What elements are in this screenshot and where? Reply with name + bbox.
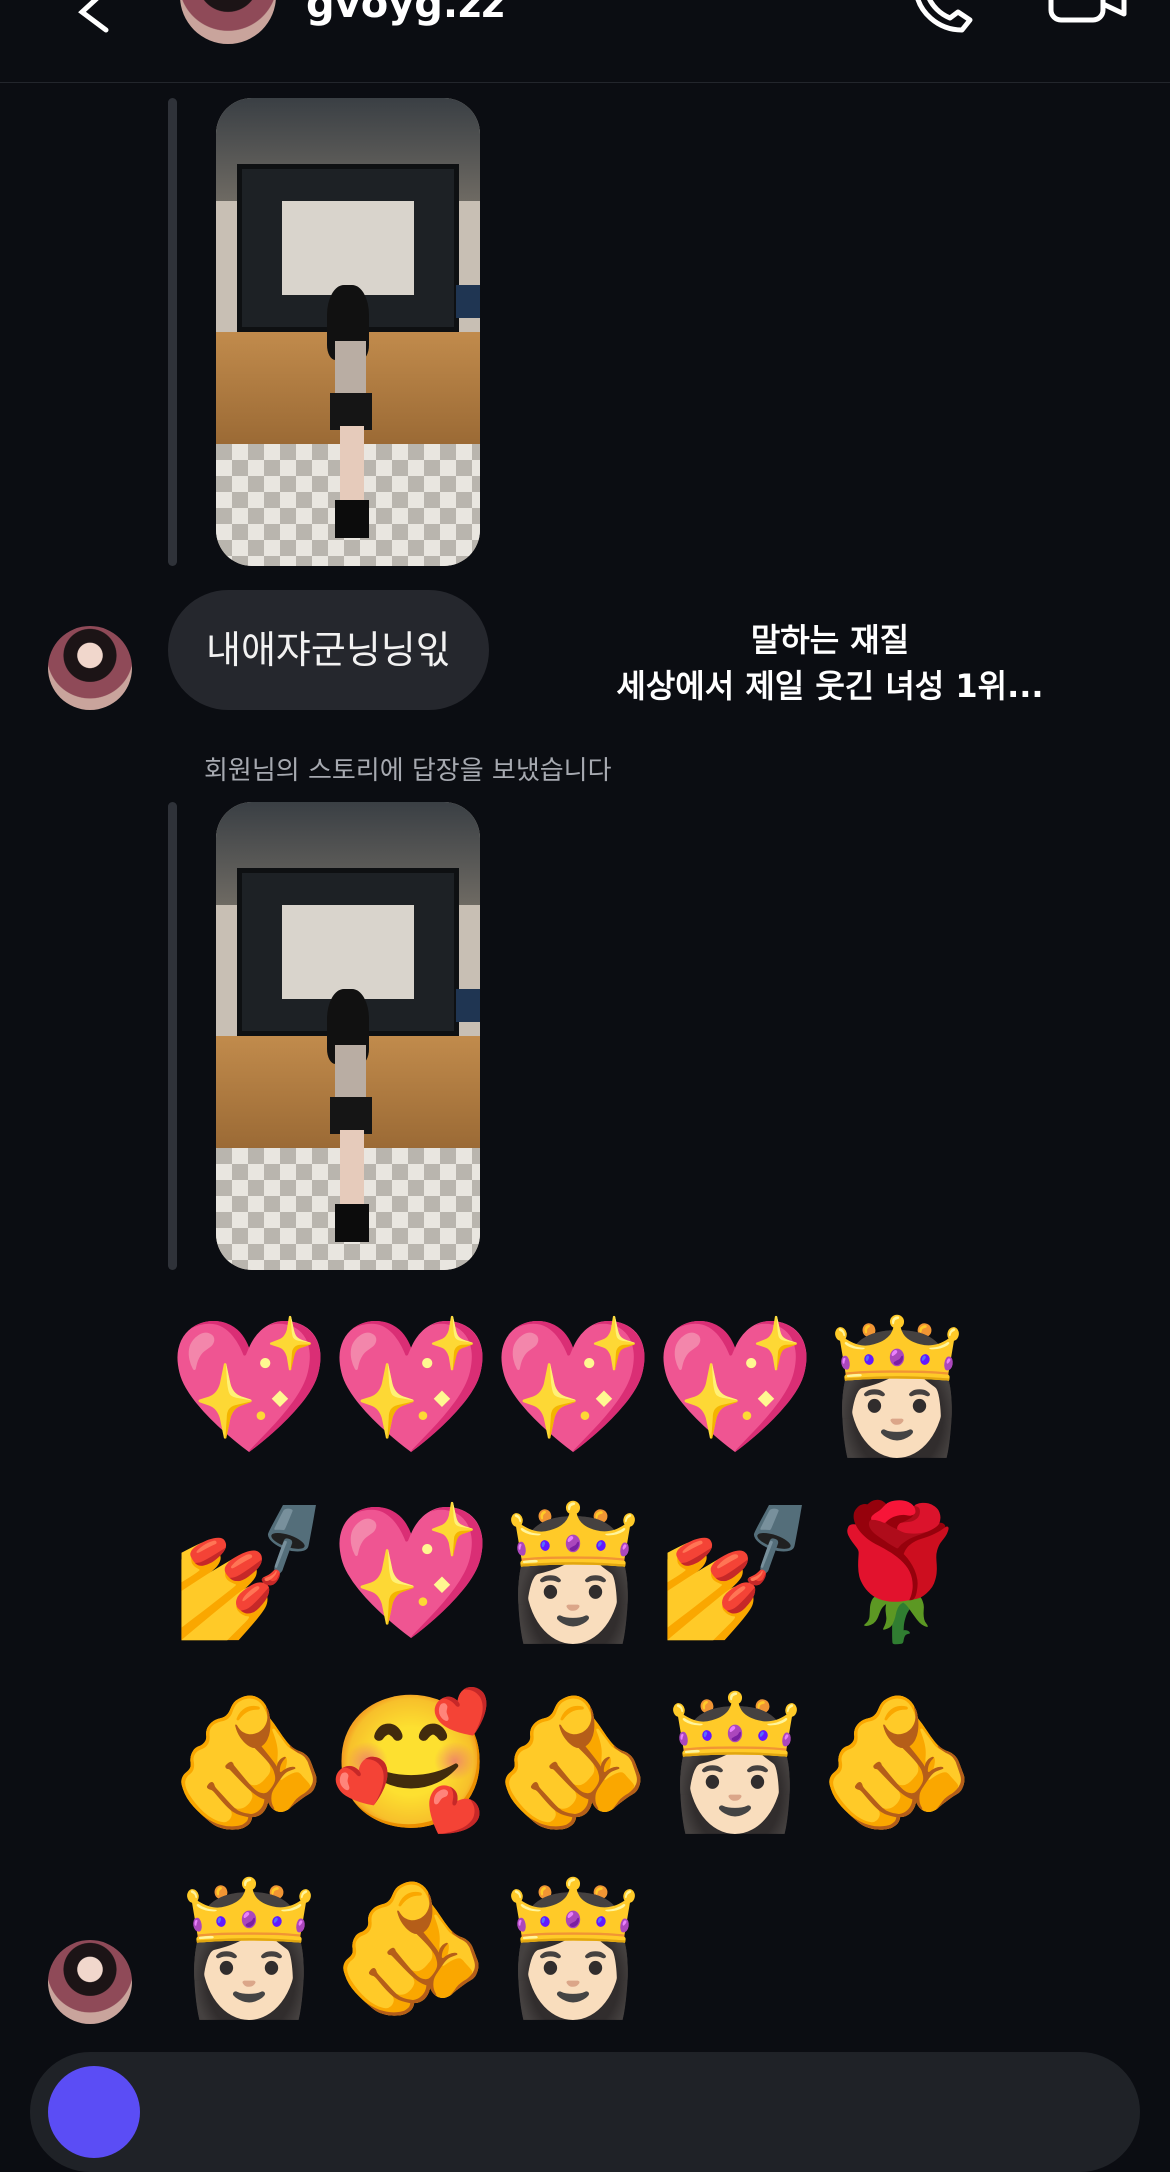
pointing-at-viewer-emoji: 🫵 (168, 1686, 330, 1839)
reply-indicator-bar (168, 98, 177, 566)
story-caption-overlay: 말하는 재질 세상에서 제일 웃긴 녀성 1위... (560, 617, 1100, 709)
back-arrow-icon[interactable] (62, 0, 122, 40)
sender-avatar[interactable] (48, 1940, 132, 2024)
video-call-icon[interactable] (1048, 0, 1128, 36)
story-reply-image[interactable] (216, 98, 480, 566)
sparkling-heart-emoji: 💖 (330, 1310, 492, 1463)
chat-header: gvoyg.zz (0, 0, 1170, 83)
message-composer[interactable] (30, 2052, 1140, 2172)
chat-username[interactable]: gvoyg.zz (306, 0, 505, 24)
sparkling-heart-emoji: 💖 (168, 1310, 330, 1463)
princess-emoji: 👸🏻 (816, 1310, 978, 1463)
nail-polish-emoji: 💅 (168, 1496, 330, 1649)
nail-polish-emoji: 💅 (654, 1496, 816, 1649)
princess-emoji: 👸🏻 (168, 1872, 330, 2025)
reply-indicator-bar (168, 802, 177, 1270)
sparkling-heart-emoji: 💖 (492, 1310, 654, 1463)
sender-avatar[interactable] (48, 626, 132, 710)
rose-emoji: 🌹 (816, 1496, 978, 1649)
pointing-at-viewer-emoji: 🫵 (330, 1872, 492, 2025)
emoji-message-row-4[interactable]: 👸🏻 🫵 👸🏻 (168, 1874, 654, 2024)
sparkling-heart-emoji: 💖 (654, 1310, 816, 1463)
princess-emoji: 👸🏻 (492, 1496, 654, 1649)
emoji-message-row-3[interactable]: 🫵 🥰 🫵 👸🏻 🫵 (168, 1688, 978, 1838)
message-bubble[interactable]: 내애쟈군닝닝읷 (168, 590, 489, 710)
emoji-message-row-1[interactable]: 💖 💖 💖 💖 👸🏻 (168, 1312, 978, 1462)
reply-status-text: 회원님의 스토리에 답장을 보냈습니다 (204, 756, 612, 786)
princess-emoji: 👸🏻 (492, 1872, 654, 2025)
story-reply-image[interactable] (216, 802, 480, 1270)
phone-call-icon[interactable] (908, 0, 978, 36)
profile-avatar[interactable] (180, 0, 276, 44)
caption-line-2: 세상에서 제일 웃긴 녀성 1위... (616, 667, 1044, 705)
emoji-message-row-2[interactable]: 💅 💖 👸🏻 💅 🌹 (168, 1498, 978, 1648)
pointing-at-viewer-emoji: 🫵 (816, 1686, 978, 1839)
smiling-hearts-emoji: 🥰 (330, 1686, 492, 1839)
princess-emoji: 👸🏻 (654, 1686, 816, 1839)
caption-line-1: 말하는 재질 (750, 621, 910, 659)
sparkling-heart-emoji: 💖 (330, 1496, 492, 1649)
pointing-at-viewer-emoji: 🫵 (492, 1686, 654, 1839)
